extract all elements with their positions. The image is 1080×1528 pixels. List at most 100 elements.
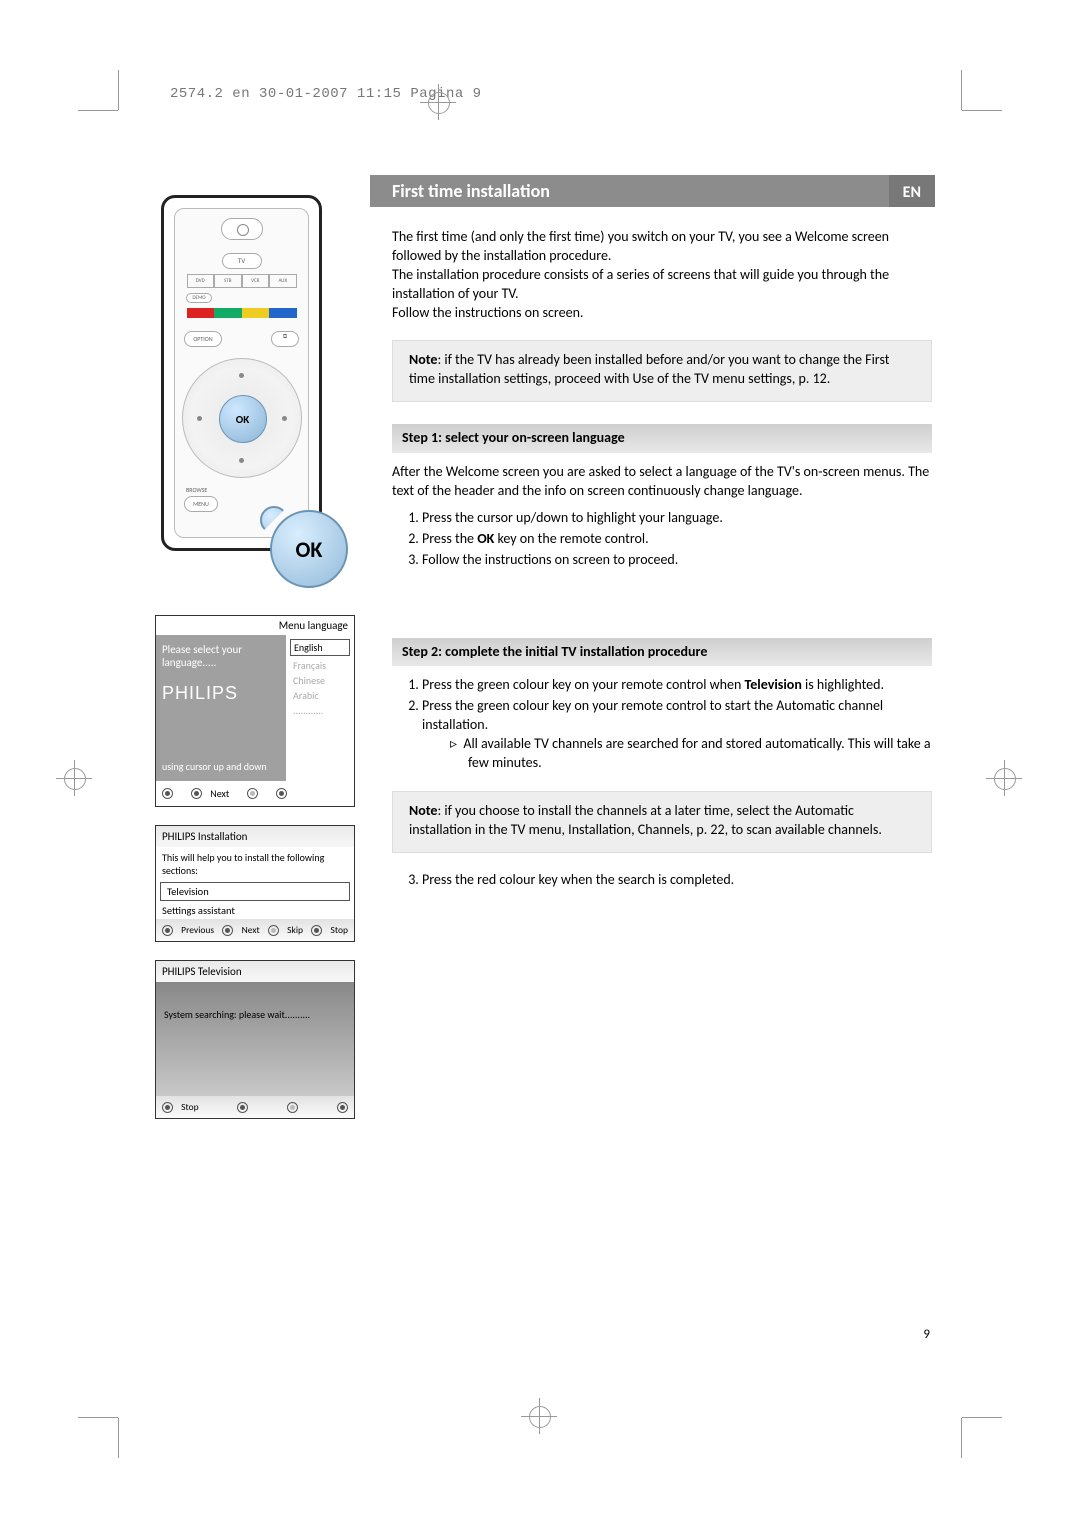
registration-mark-bottom: [521, 1398, 559, 1436]
source-row: DVD STB VCR AUX: [187, 274, 297, 288]
osd-item: Settings assistant: [156, 902, 354, 919]
crop-mark: [962, 110, 1002, 111]
ok-button: OK: [219, 395, 267, 443]
dot-icon: [276, 788, 287, 799]
text: Press the green colour key on your remot…: [422, 676, 745, 693]
list-item: Press the OK key on the remote control.: [422, 530, 932, 549]
list-item: Follow the instructions on screen to pro…: [422, 551, 932, 570]
dot-icon: [337, 1102, 348, 1113]
osd-header: PHILIPS Television: [156, 961, 354, 982]
note-box: Note: if you choose to install the chann…: [392, 791, 932, 853]
osd-hint: using cursor up and down: [162, 760, 267, 773]
ok-callout-bubble: OK: [270, 510, 348, 588]
text: Press the green colour key on your remot…: [422, 697, 883, 733]
sub-bullet: ▹ All available TV channels are searched…: [450, 735, 932, 773]
aux-button: AUX: [269, 274, 297, 288]
language-option-selected: English: [290, 639, 350, 656]
note-label: Note: [409, 802, 437, 819]
text: is highlighted.: [802, 676, 884, 693]
step2-list: Press the green colour key on your remot…: [392, 676, 932, 772]
page-number: 9: [923, 1327, 930, 1342]
stop-label: Stop: [311, 924, 348, 936]
nav-wheel: OK: [182, 358, 302, 478]
tv-button: TV: [222, 253, 262, 269]
dot-icon: [162, 788, 173, 799]
language-option: Arabic: [290, 688, 354, 703]
step2-header: Step 2: complete the initial TV installa…: [392, 638, 932, 667]
intro-paragraph: Follow the instructions on screen.: [392, 304, 932, 323]
step1-header: Step 1: select your on-screen language: [392, 424, 932, 453]
dot-icon: [247, 788, 258, 799]
yellow-key-icon: [242, 308, 270, 318]
power-icon: [221, 218, 263, 240]
text: key on the remote control.: [494, 530, 648, 547]
step1-list: Press the cursor up/down to highlight yo…: [392, 509, 932, 570]
crop-mark: [118, 70, 119, 110]
crop-mark: [961, 1418, 962, 1458]
red-key-icon: [187, 308, 215, 318]
dot-icon: [287, 1102, 298, 1113]
intro-paragraph: The first time (and only the first time)…: [392, 228, 932, 266]
previous-label: Previous: [162, 924, 214, 936]
osd-prompt: Please select your language.....: [162, 643, 280, 669]
next-label: Next: [191, 787, 229, 800]
step2-list-cont: Press the red colour key when the search…: [392, 871, 932, 890]
section-title: First time installation: [392, 180, 550, 202]
list-item: Press the green colour key on your remot…: [422, 676, 932, 695]
osd-title: Menu language: [156, 616, 354, 635]
language-option: Chinese: [290, 673, 354, 688]
registration-mark-top: [420, 84, 458, 122]
cursor-up-icon: [239, 373, 244, 378]
brand-logo: PHILIPS: [162, 683, 238, 704]
bold-text: Television: [745, 676, 802, 693]
stb-button: STB: [214, 274, 242, 288]
dot-icon: [237, 1102, 248, 1113]
intro-paragraph: The installation procedure consists of a…: [392, 266, 932, 304]
crop-mark: [961, 70, 962, 110]
list-item: Press the green colour key on your remot…: [422, 697, 932, 773]
note-text: : if you choose to install the channels …: [409, 802, 882, 838]
browse-label: BROWSE: [186, 486, 207, 494]
blue-key-icon: [269, 308, 297, 318]
registration-mark-left: [56, 760, 94, 798]
osd-wait-message: System searching: please wait..........: [156, 982, 354, 1096]
language-option: ............: [290, 703, 354, 718]
text: Press the: [422, 530, 477, 547]
note-text: : if the TV has already been installed b…: [409, 351, 889, 387]
stop-label: Stop: [162, 1101, 199, 1113]
language-badge: EN: [889, 175, 935, 207]
cursor-right-icon: [282, 416, 287, 421]
menu-button: MENU: [184, 496, 218, 512]
teletext-icon: ⧉: [271, 331, 299, 347]
text: All available TV channels are searched f…: [463, 735, 930, 771]
note-box: Note: if the TV has already been install…: [392, 340, 932, 402]
step1-paragraph: After the Welcome screen you are asked t…: [392, 463, 932, 501]
osd-installation-menu: PHILIPS Installation This will help you …: [155, 825, 355, 942]
crop-mark: [78, 110, 118, 111]
language-option: Français: [290, 658, 354, 673]
crop-mark: [118, 1418, 119, 1458]
registration-mark-right: [986, 760, 1024, 798]
green-key-icon: [214, 308, 242, 318]
vcr-button: VCR: [242, 274, 270, 288]
option-button: OPTION: [184, 331, 222, 347]
cursor-down-icon: [239, 458, 244, 463]
osd-searching: PHILIPS Television System searching: ple…: [155, 960, 355, 1119]
osd-language-menu: Menu language Please select your languag…: [155, 615, 355, 807]
list-item: Press the red colour key when the search…: [422, 871, 932, 890]
osd-item-selected: Television: [160, 882, 350, 901]
remote-illustration: TV DVD STB VCR AUX DEMO OPTION ⧉: [161, 195, 322, 551]
note-label: Note: [409, 351, 437, 368]
skip-label: Skip: [268, 924, 303, 936]
next-label: Next: [222, 924, 259, 936]
osd-header: PHILIPS Installation: [156, 826, 354, 847]
section-title-bar: First time installation EN: [370, 175, 935, 207]
crop-mark: [962, 1417, 1002, 1418]
osd-message: This will help you to install the follow…: [156, 847, 354, 881]
colour-buttons: [187, 308, 297, 318]
demo-button: DEMO: [186, 293, 212, 303]
dvd-button: DVD: [187, 274, 215, 288]
bold-text: OK: [477, 530, 494, 547]
ok-callout: OK: [270, 510, 344, 584]
cursor-left-icon: [197, 416, 202, 421]
